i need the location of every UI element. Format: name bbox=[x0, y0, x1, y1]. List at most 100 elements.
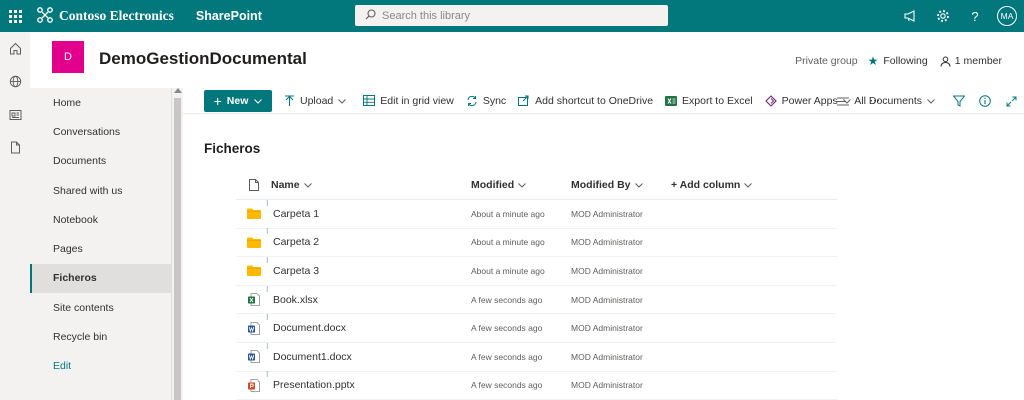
edit-grid-view-button[interactable]: Edit in grid view bbox=[363, 95, 454, 107]
document-list: Name Modified Modified By + Add column ⁝… bbox=[236, 171, 837, 400]
add-shortcut-button[interactable]: Add shortcut to OneDrive bbox=[518, 95, 653, 107]
chevron-down-icon bbox=[254, 95, 263, 107]
modified-value: About a minute ago bbox=[471, 265, 545, 276]
nav-item-pages[interactable]: Pages bbox=[30, 234, 171, 263]
file-name-link[interactable]: Carpeta 3 bbox=[273, 265, 319, 277]
excel-icon bbox=[665, 95, 678, 106]
brand-name: Contoso Electronics bbox=[59, 8, 174, 23]
globe-icon[interactable] bbox=[0, 65, 30, 98]
modified-by-value[interactable]: MOD Administrator bbox=[571, 380, 671, 390]
modified-value: A few seconds ago bbox=[471, 323, 543, 334]
file-name-link[interactable]: Document1.docx bbox=[273, 351, 352, 363]
nav-edit-link[interactable]: Edit bbox=[30, 352, 171, 381]
list-item[interactable]: ⁝ Document1.docx A few seconds ago MOD Ad… bbox=[236, 342, 837, 372]
list-header: Name Modified Modified By + Add column bbox=[236, 171, 837, 200]
scroll-up-arrow-icon[interactable] bbox=[174, 88, 182, 93]
site-logo[interactable]: D bbox=[52, 41, 84, 73]
site-title[interactable]: DemoGestionDocumental bbox=[99, 49, 307, 69]
modified-by-value[interactable]: MOD Administrator bbox=[571, 209, 671, 219]
modified-by-value[interactable]: MOD Administrator bbox=[571, 323, 671, 333]
shortcut-label: Add shortcut to OneDrive bbox=[535, 94, 654, 107]
gear-icon[interactable] bbox=[927, 0, 959, 32]
view-label: All Documents bbox=[854, 95, 922, 107]
members-label: 1 member bbox=[954, 55, 1002, 67]
search-input[interactable] bbox=[382, 9, 632, 22]
following-label: Following bbox=[883, 55, 928, 67]
library-title: Ficheros bbox=[204, 141, 261, 156]
file-name-link[interactable]: Book.xlsx bbox=[273, 294, 318, 306]
privacy-label: Private group bbox=[795, 55, 858, 67]
word-file-icon bbox=[236, 350, 271, 364]
chevron-down-icon bbox=[634, 179, 643, 191]
nav-item-site-contents[interactable]: Site contents bbox=[30, 293, 171, 322]
chevron-down-icon bbox=[338, 95, 351, 107]
powerpoint-file-icon bbox=[236, 378, 271, 392]
new-item-icon: ⁝ bbox=[266, 198, 269, 208]
brand[interactable]: Contoso Electronics bbox=[36, 6, 174, 27]
nav-item-documents[interactable]: Documents bbox=[30, 147, 171, 176]
modified-by-value[interactable]: MOD Administrator bbox=[571, 295, 671, 305]
help-icon[interactable]: ? bbox=[959, 0, 991, 32]
list-item[interactable]: ⁝ Presentation.pptx A few seconds ago MOD… bbox=[236, 370, 837, 400]
modified-by-header-label: Modified By bbox=[571, 179, 631, 191]
new-button[interactable]: + New bbox=[204, 89, 272, 112]
file-name-link[interactable]: Presentation.pptx bbox=[273, 379, 355, 391]
command-bar: + New Upload Edit in grid view Sync Add … bbox=[183, 88, 1024, 114]
filter-icon[interactable] bbox=[946, 88, 972, 114]
add-column-button[interactable]: + Add column bbox=[671, 179, 753, 191]
grid-icon bbox=[363, 95, 376, 106]
app-launcher-icon[interactable] bbox=[0, 0, 30, 32]
nav-item-ficheros[interactable]: Ficheros bbox=[30, 263, 171, 294]
nav-scrollbar[interactable] bbox=[171, 88, 183, 400]
modified-column-header[interactable]: Modified bbox=[471, 179, 571, 191]
excel-label: Export to Excel bbox=[682, 94, 753, 107]
modified-value: About a minute ago bbox=[471, 208, 545, 219]
folder-icon bbox=[236, 237, 271, 248]
list-item[interactable]: ⁝ Book.xlsx A few seconds ago MOD Adminis… bbox=[236, 285, 837, 315]
list-item[interactable]: ⁝ Carpeta 3 About a minute ago MOD Admini… bbox=[236, 255, 837, 286]
sync-button[interactable]: Sync bbox=[466, 95, 506, 107]
file-name-link[interactable]: Document.docx bbox=[273, 322, 346, 334]
modified-by-column-header[interactable]: Modified By bbox=[571, 179, 671, 191]
megaphone-icon[interactable] bbox=[895, 0, 927, 32]
nav-item-notebook[interactable]: Notebook bbox=[30, 205, 171, 234]
news-icon[interactable] bbox=[0, 98, 30, 131]
file-name-link[interactable]: Carpeta 1 bbox=[273, 208, 319, 220]
new-item-icon: ⁝ bbox=[266, 255, 269, 265]
home-icon[interactable] bbox=[0, 32, 30, 65]
list-item[interactable]: ⁝ Carpeta 1 About a minute ago MOD Admini… bbox=[236, 198, 837, 229]
word-file-icon bbox=[236, 321, 271, 335]
avatar[interactable]: MA bbox=[997, 6, 1017, 26]
app-bar bbox=[0, 32, 30, 400]
left-navigation: Home Conversations Documents Shared with… bbox=[30, 88, 171, 400]
sync-label: Sync bbox=[482, 94, 507, 107]
file-type-header-icon[interactable] bbox=[236, 179, 271, 191]
modified-by-value[interactable]: MOD Administrator bbox=[571, 237, 671, 247]
contoso-logo-icon bbox=[36, 6, 54, 27]
nav-item-conversations[interactable]: Conversations bbox=[30, 117, 171, 146]
document-icon[interactable] bbox=[0, 131, 30, 164]
nav-item-recycle-bin[interactable]: Recycle bin bbox=[30, 322, 171, 351]
info-icon[interactable] bbox=[972, 88, 998, 114]
name-column-header[interactable]: Name bbox=[271, 179, 471, 191]
scrollbar-thumb[interactable] bbox=[174, 98, 181, 400]
following-button[interactable]: ★ Following bbox=[868, 54, 928, 68]
search-box[interactable] bbox=[355, 5, 668, 26]
list-item[interactable]: ⁝ Document.docx A few seconds ago MOD Adm… bbox=[236, 313, 837, 343]
export-excel-button[interactable]: Export to Excel bbox=[665, 95, 753, 107]
list-item[interactable]: ⁝ Carpeta 2 About a minute ago MOD Admini… bbox=[236, 227, 837, 258]
expand-icon[interactable] bbox=[998, 88, 1024, 114]
nav-item-shared-with-us[interactable]: Shared with us bbox=[30, 176, 171, 205]
nav-item-home[interactable]: Home bbox=[30, 88, 171, 117]
modified-header-label: Modified bbox=[471, 179, 515, 191]
upload-button[interactable]: Upload bbox=[284, 95, 351, 107]
new-item-icon: ⁝ bbox=[266, 227, 269, 237]
file-name-link[interactable]: Carpeta 2 bbox=[273, 236, 319, 248]
modified-by-value[interactable]: MOD Administrator bbox=[571, 266, 671, 276]
members-button[interactable]: 1 member bbox=[940, 55, 1002, 67]
grid-label: Edit in grid view bbox=[380, 94, 454, 107]
modified-by-value[interactable]: MOD Administrator bbox=[571, 352, 671, 362]
app-name[interactable]: SharePoint bbox=[196, 9, 262, 23]
star-icon: ★ bbox=[867, 54, 879, 68]
view-switcher[interactable]: All Documents bbox=[837, 95, 940, 107]
